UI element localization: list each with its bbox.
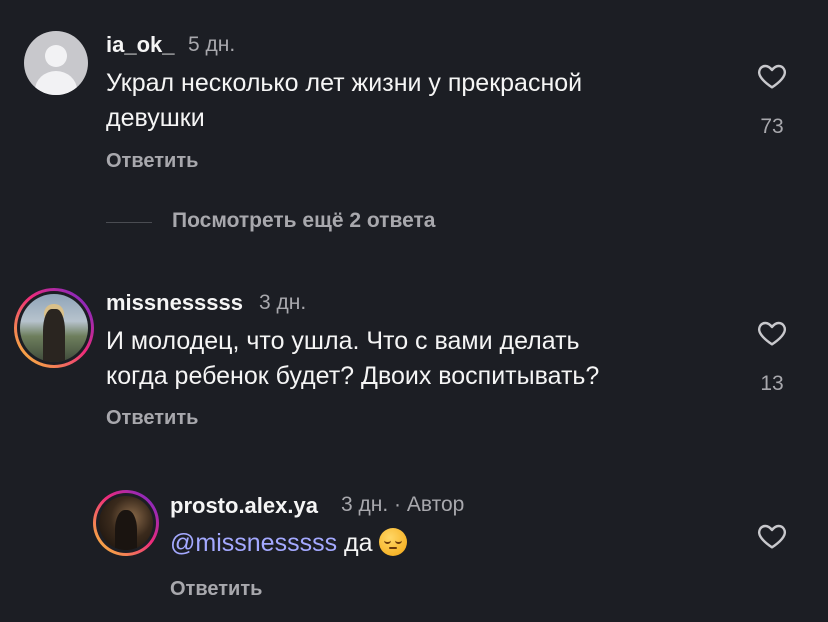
reply-button[interactable]: Ответить	[106, 407, 198, 430]
view-more-replies-button[interactable]: Посмотреть ещё 2 ответа	[172, 209, 435, 233]
reply-username[interactable]: prosto.alex.ya	[170, 493, 318, 519]
reply-time-author: 3 дн. · Автор	[341, 493, 465, 516]
comment-time: 3 дн.	[259, 291, 307, 314]
avatar-photo	[99, 496, 153, 550]
reply-button[interactable]: Ответить	[170, 578, 262, 601]
like-count: 13	[760, 372, 784, 395]
comment-text: И молодец, что ушла. Что с вами делать к…	[106, 327, 600, 390]
like-count: 73	[760, 115, 784, 138]
reply-text: @missnesssss да	[170, 526, 407, 561]
comment-text: Украл несколько лет жизни у прекрасной д…	[106, 69, 583, 132]
comment-time: 5 дн.	[188, 33, 236, 56]
divider	[106, 222, 152, 223]
avatar[interactable]	[14, 288, 94, 368]
avatar[interactable]	[24, 31, 88, 95]
avatar-photo	[20, 294, 88, 362]
heart-icon[interactable]	[755, 60, 789, 92]
reply-button[interactable]: Ответить	[106, 150, 198, 173]
avatar[interactable]	[93, 490, 159, 556]
comment-username[interactable]: missnesssss	[106, 290, 243, 316]
mention-link[interactable]: @missnesssss	[170, 529, 337, 557]
comment-username[interactable]: ia_ok_	[106, 32, 175, 58]
pensive-face-icon	[378, 528, 407, 556]
heart-icon[interactable]	[755, 520, 789, 552]
default-user-icon	[45, 45, 67, 67]
heart-icon[interactable]	[755, 317, 789, 349]
